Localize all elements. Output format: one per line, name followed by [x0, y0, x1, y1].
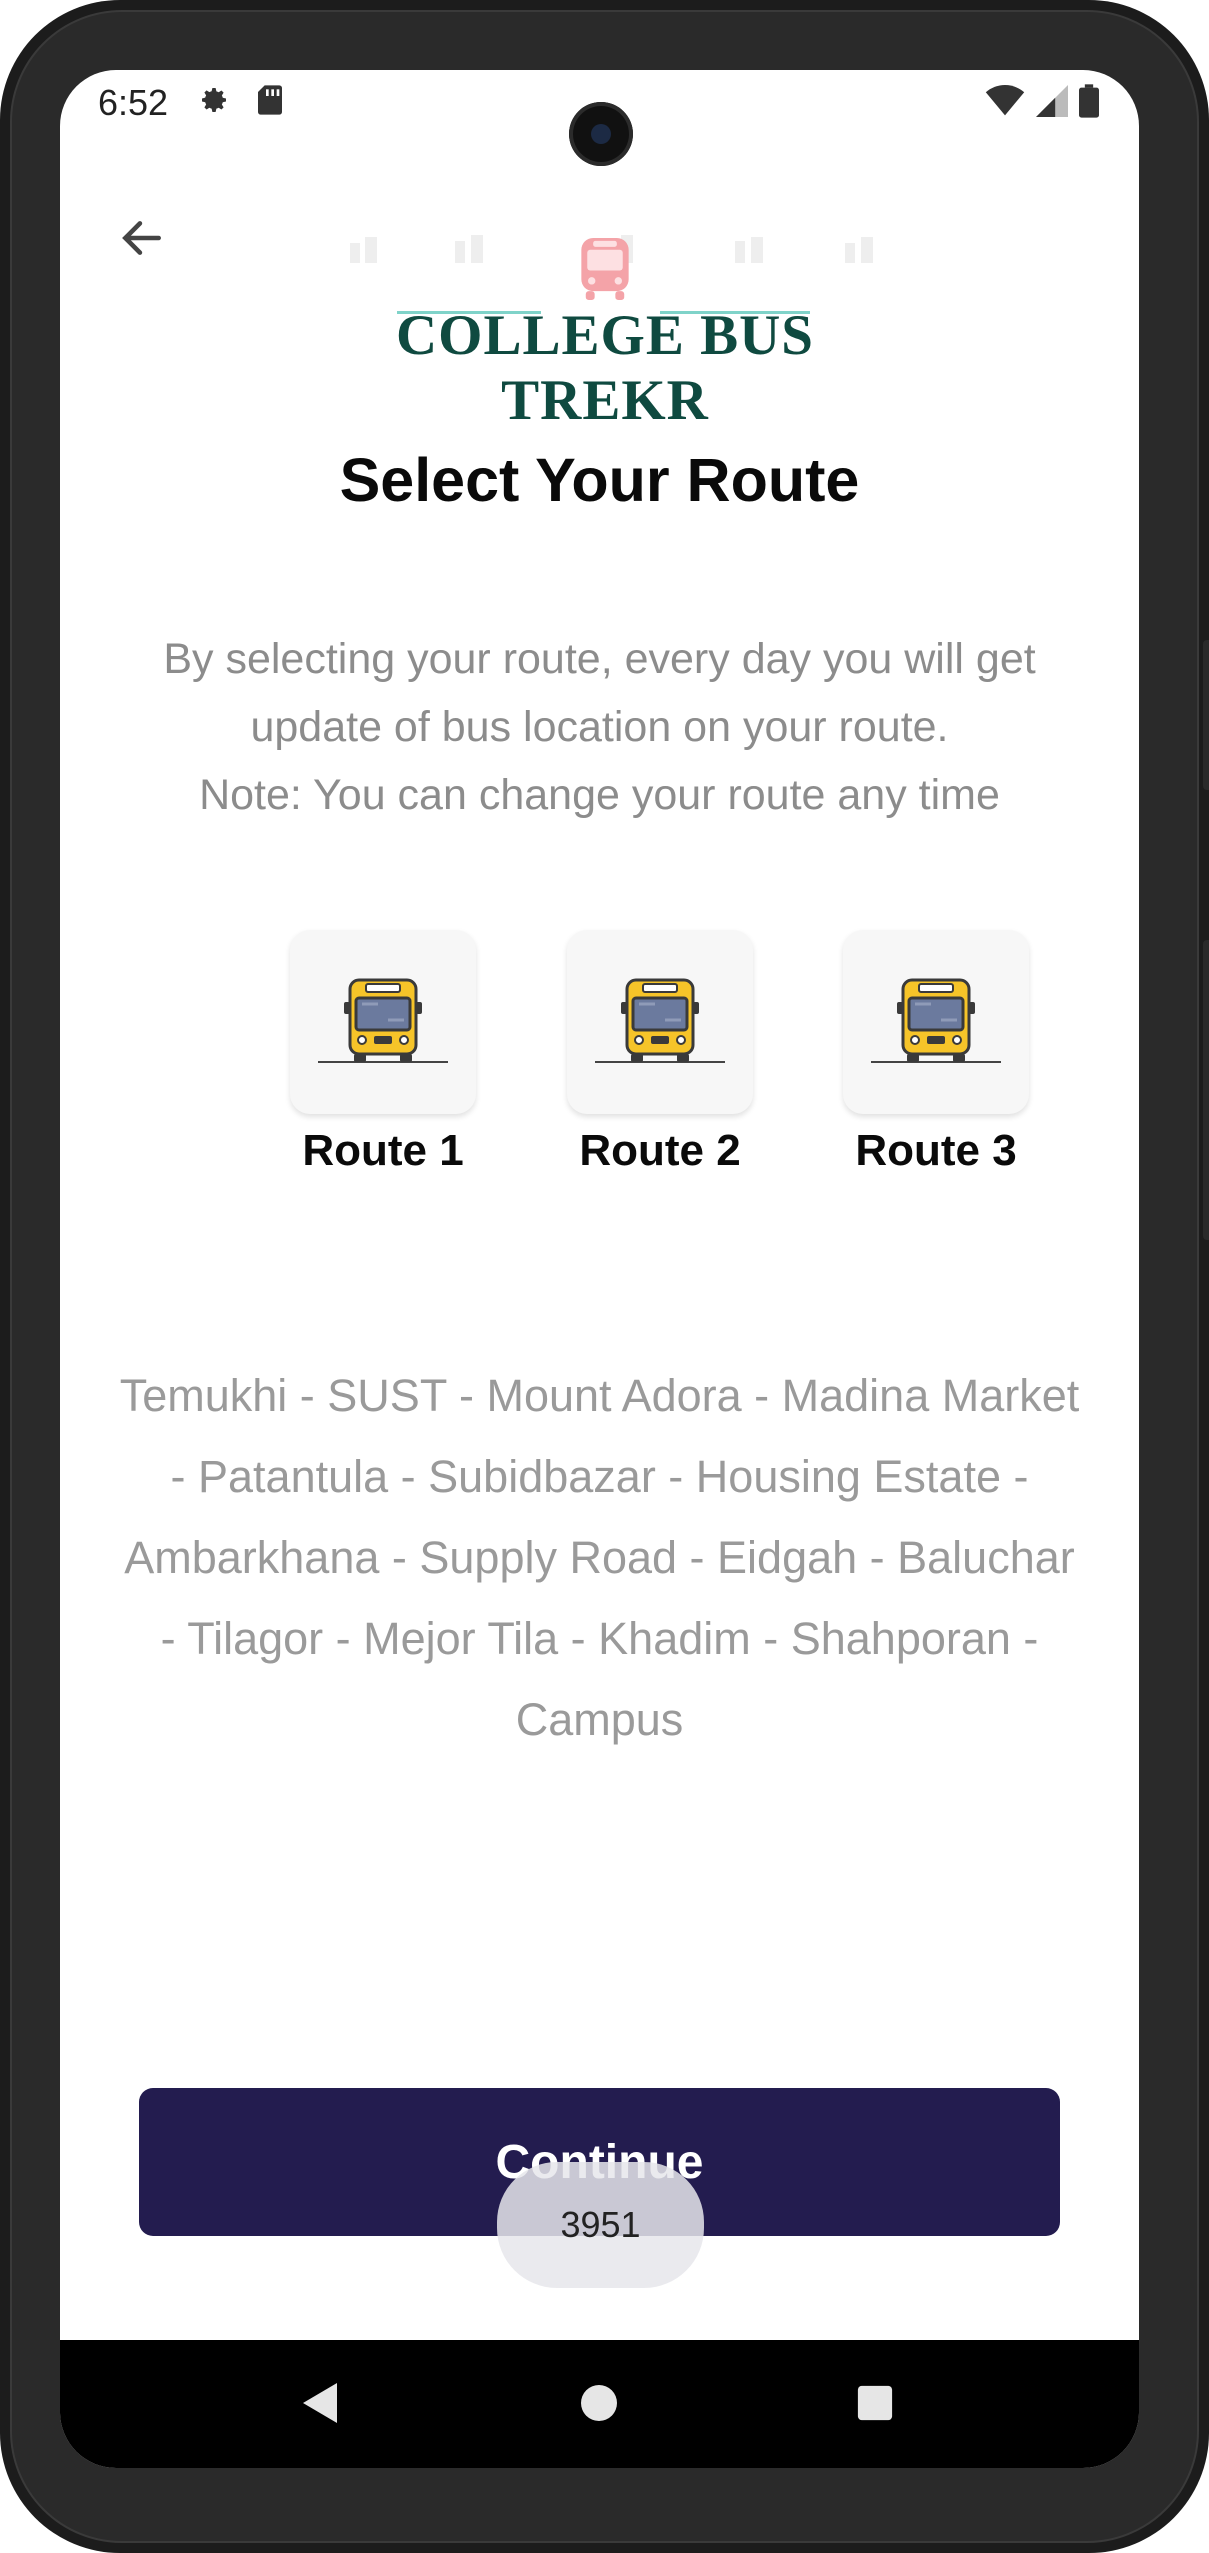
- back-button[interactable]: [102, 200, 182, 280]
- stops-line: Campus: [515, 1694, 684, 1745]
- route-label: Route 2: [579, 1126, 741, 1175]
- nav-recents-button[interactable]: [840, 2370, 910, 2440]
- app-logo: COLLEGE BUS TREKR: [305, 165, 905, 432]
- battery-icon: [1079, 84, 1099, 123]
- signal-icon: [1035, 85, 1069, 122]
- route-option-3[interactable]: Route 3: [816, 930, 1056, 1176]
- sd-card-icon: [256, 84, 288, 116]
- toast-text: 3951: [560, 2204, 641, 2245]
- arrow-left-icon: [117, 213, 167, 268]
- description-line: update of bus location on your route.: [250, 703, 949, 751]
- page-title: Select Your Route: [339, 446, 860, 514]
- phone-frame: 6:52 COLLEGE BUS TREKR Select Your Route…: [0, 0, 1209, 2553]
- wifi-icon: [985, 85, 1025, 122]
- status-bar: 6:52: [60, 70, 1139, 166]
- nav-home-button[interactable]: [564, 2370, 634, 2440]
- route-label: Route 3: [855, 1126, 1017, 1175]
- status-icons: [985, 84, 1099, 123]
- status-time: 6:52: [98, 82, 169, 123]
- bus-icon: [585, 970, 735, 1075]
- power-button: [1203, 940, 1209, 1240]
- page-description: By selecting your route, every day you w…: [120, 625, 1079, 829]
- route-label: Route 1: [302, 1126, 464, 1175]
- screen: 6:52 COLLEGE BUS TREKR Select Your Route…: [60, 70, 1139, 2468]
- front-camera: [569, 102, 633, 166]
- recents-square-icon: [856, 2384, 894, 2427]
- description-line: Note: You can change your route any time: [199, 771, 1000, 819]
- stops-line: - Patantula - Subidbazar - Housing Estat…: [170, 1451, 1029, 1502]
- route-card[interactable]: [843, 930, 1029, 1114]
- navigation-bar: [60, 2340, 1139, 2468]
- stops-line: Temukhi - SUST - Mount Adora - Madina Ma…: [119, 1370, 1080, 1421]
- stops-line: Ambarkhana - Supply Road - Eidgah - Balu…: [124, 1532, 1075, 1583]
- bus-icon: [308, 970, 458, 1075]
- toast-popup: 3951: [497, 2162, 704, 2288]
- route-option-1[interactable]: Route 1: [263, 930, 503, 1176]
- description-line: By selecting your route, every day you w…: [163, 635, 1036, 683]
- gear-icon: [198, 84, 230, 116]
- route-option-2[interactable]: Route 2: [540, 930, 780, 1176]
- logo-text: COLLEGE BUS TREKR: [395, 304, 815, 432]
- back-triangle-icon: [301, 2381, 341, 2430]
- stops-line: - Tilagor - Mejor Tila - Khadim - Shahpo…: [160, 1613, 1039, 1664]
- volume-button: [1203, 640, 1209, 790]
- bus-icon: [861, 970, 1011, 1075]
- home-circle-icon: [579, 2383, 619, 2428]
- route-card[interactable]: [290, 930, 476, 1114]
- route-card[interactable]: [567, 930, 753, 1114]
- logo-bus-icon: [575, 235, 635, 308]
- nav-back-button[interactable]: [286, 2370, 356, 2440]
- route-stops-text: Temukhi - SUST - Mount Adora - Madina Ma…: [100, 1355, 1099, 1760]
